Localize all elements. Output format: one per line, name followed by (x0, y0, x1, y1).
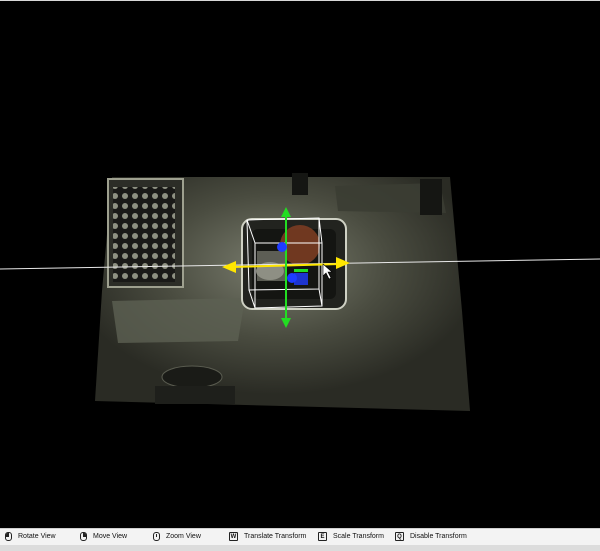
hint-rotate-view: Rotate View (5, 532, 56, 541)
key-q-icon: Q (395, 532, 404, 541)
mouse-left-icon (5, 532, 12, 541)
controls-hint-bar: Rotate View Move View Zoom View W Transl… (0, 528, 600, 546)
hint-scale-transform: E Scale Transform (318, 532, 384, 541)
mouse-right-icon (80, 532, 87, 541)
point-cloud-scene[interactable] (0, 1, 600, 529)
key-e-icon: E (318, 532, 327, 541)
hint-label: Rotate View (18, 533, 56, 540)
hint-translate-transform: W Translate Transform (229, 532, 306, 541)
hint-label: Disable Transform (410, 533, 467, 540)
3d-viewport[interactable] (0, 0, 600, 529)
key-w-icon: W (229, 532, 238, 541)
clamp-left (292, 173, 308, 195)
gizmo-z-handle[interactable] (277, 242, 287, 252)
hint-move-view: Move View (80, 532, 127, 541)
clamp-right (420, 179, 442, 215)
hint-label: Scale Transform (333, 533, 384, 540)
hint-label: Translate Transform (244, 533, 307, 540)
hint-disable-transform: Q Disable Transform (395, 532, 467, 541)
window-bottom-edge (0, 545, 600, 551)
robot-base (161, 365, 223, 389)
hint-label: Move View (93, 533, 128, 540)
hint-label: Zoom View (166, 533, 201, 540)
hint-zoom-view: Zoom View (153, 532, 201, 541)
tape-strip (112, 298, 245, 343)
gizmo-plane-handle[interactable] (294, 273, 308, 285)
mouse-middle-icon (153, 532, 160, 541)
